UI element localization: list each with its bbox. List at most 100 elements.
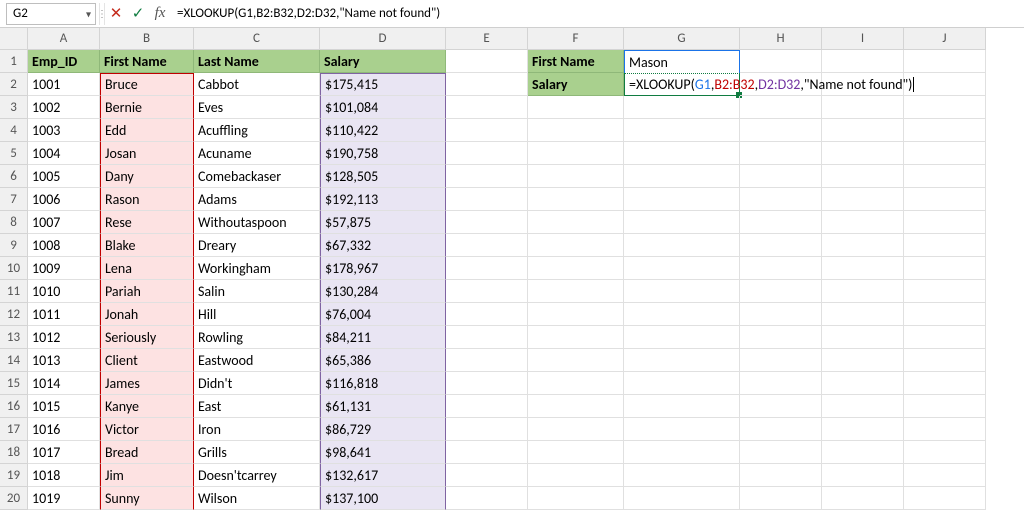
name-box[interactable]: G2 ▾ (6, 3, 96, 25)
cell[interactable]: 1019 (28, 487, 100, 510)
cell[interactable] (822, 50, 904, 73)
cell[interactable] (528, 395, 624, 418)
cell[interactable]: Dany (100, 165, 194, 188)
cell[interactable]: Sunny (100, 487, 194, 510)
cell[interactable]: $76,004 (320, 303, 446, 326)
column-header[interactable]: D (320, 28, 446, 50)
cell[interactable] (528, 142, 624, 165)
cell[interactable]: Doesn'tcarrey (194, 464, 320, 487)
cell[interactable]: 1013 (28, 349, 100, 372)
cell[interactable] (822, 211, 904, 234)
cell[interactable] (740, 303, 822, 326)
cell[interactable] (904, 165, 986, 188)
cell[interactable]: Cabbot (194, 73, 320, 96)
cell[interactable]: Bernie (100, 96, 194, 119)
cell[interactable]: Wilson (194, 487, 320, 510)
cell[interactable]: Bruce (100, 73, 194, 96)
cell[interactable]: $130,284 (320, 280, 446, 303)
cell[interactable] (904, 234, 986, 257)
cell[interactable]: Kanye (100, 395, 194, 418)
cell[interactable]: 1009 (28, 257, 100, 280)
column-header[interactable]: A (28, 28, 100, 50)
cell[interactable]: $110,422 (320, 119, 446, 142)
cell[interactable]: $67,332 (320, 234, 446, 257)
cell[interactable]: $190,758 (320, 142, 446, 165)
row-header[interactable]: 19 (0, 464, 28, 487)
cell[interactable] (446, 257, 528, 280)
cell[interactable]: Workingham (194, 257, 320, 280)
cell[interactable] (624, 441, 740, 464)
cell[interactable] (528, 96, 624, 119)
cell[interactable] (740, 372, 822, 395)
cell[interactable]: Grills (194, 441, 320, 464)
cell[interactable] (528, 487, 624, 510)
cell[interactable] (740, 234, 822, 257)
cell[interactable] (904, 73, 986, 96)
cell[interactable] (624, 280, 740, 303)
cell[interactable] (446, 73, 528, 96)
row-header[interactable]: 11 (0, 280, 28, 303)
cell[interactable]: 1017 (28, 441, 100, 464)
cell[interactable] (904, 257, 986, 280)
row-header[interactable]: 4 (0, 119, 28, 142)
cell[interactable]: Acuname (194, 142, 320, 165)
cell[interactable] (904, 487, 986, 510)
cell[interactable] (446, 349, 528, 372)
cell[interactable]: James (100, 372, 194, 395)
cell[interactable] (446, 234, 528, 257)
cell[interactable] (528, 441, 624, 464)
cell[interactable] (624, 418, 740, 441)
cell[interactable]: East (194, 395, 320, 418)
cell[interactable]: First Name (528, 50, 624, 73)
cell[interactable] (822, 234, 904, 257)
cell[interactable]: $178,967 (320, 257, 446, 280)
fx-icon[interactable]: fx (149, 3, 171, 25)
cell[interactable]: Pariah (100, 280, 194, 303)
cell[interactable]: 1010 (28, 280, 100, 303)
cell[interactable] (528, 280, 624, 303)
cell[interactable] (904, 280, 986, 303)
cell[interactable] (528, 188, 624, 211)
cell[interactable] (740, 165, 822, 188)
cell[interactable] (740, 119, 822, 142)
column-header[interactable]: F (528, 28, 624, 50)
row-header[interactable]: 17 (0, 418, 28, 441)
cell[interactable]: Mason (624, 50, 740, 73)
cell[interactable] (624, 349, 740, 372)
cell[interactable]: Salin (194, 280, 320, 303)
cell[interactable] (624, 188, 740, 211)
cell[interactable] (624, 257, 740, 280)
row-header[interactable]: 20 (0, 487, 28, 510)
cell[interactable] (446, 142, 528, 165)
cell[interactable] (740, 280, 822, 303)
cell[interactable] (624, 234, 740, 257)
cell[interactable] (822, 280, 904, 303)
cell[interactable] (528, 464, 624, 487)
cell[interactable]: $57,875 (320, 211, 446, 234)
row-header[interactable]: 12 (0, 303, 28, 326)
cell[interactable] (624, 464, 740, 487)
cell[interactable] (528, 211, 624, 234)
cell[interactable] (528, 234, 624, 257)
cell[interactable]: $61,131 (320, 395, 446, 418)
cell[interactable] (528, 119, 624, 142)
cell[interactable] (822, 303, 904, 326)
cell[interactable]: Edd (100, 119, 194, 142)
cell[interactable]: Rowling (194, 326, 320, 349)
cell[interactable] (528, 418, 624, 441)
column-header[interactable]: I (822, 28, 904, 50)
cell[interactable]: Lena (100, 257, 194, 280)
cell[interactable]: Dreary (194, 234, 320, 257)
cell[interactable] (446, 326, 528, 349)
cell[interactable] (740, 487, 822, 510)
cell[interactable]: 1007 (28, 211, 100, 234)
cell[interactable] (904, 395, 986, 418)
row-header[interactable]: 8 (0, 211, 28, 234)
select-all-corner[interactable] (0, 28, 28, 50)
cell[interactable]: 1003 (28, 119, 100, 142)
cell[interactable] (904, 326, 986, 349)
cell[interactable] (446, 395, 528, 418)
cell[interactable] (446, 303, 528, 326)
cell[interactable]: $116,818 (320, 372, 446, 395)
cell[interactable]: 1002 (28, 96, 100, 119)
